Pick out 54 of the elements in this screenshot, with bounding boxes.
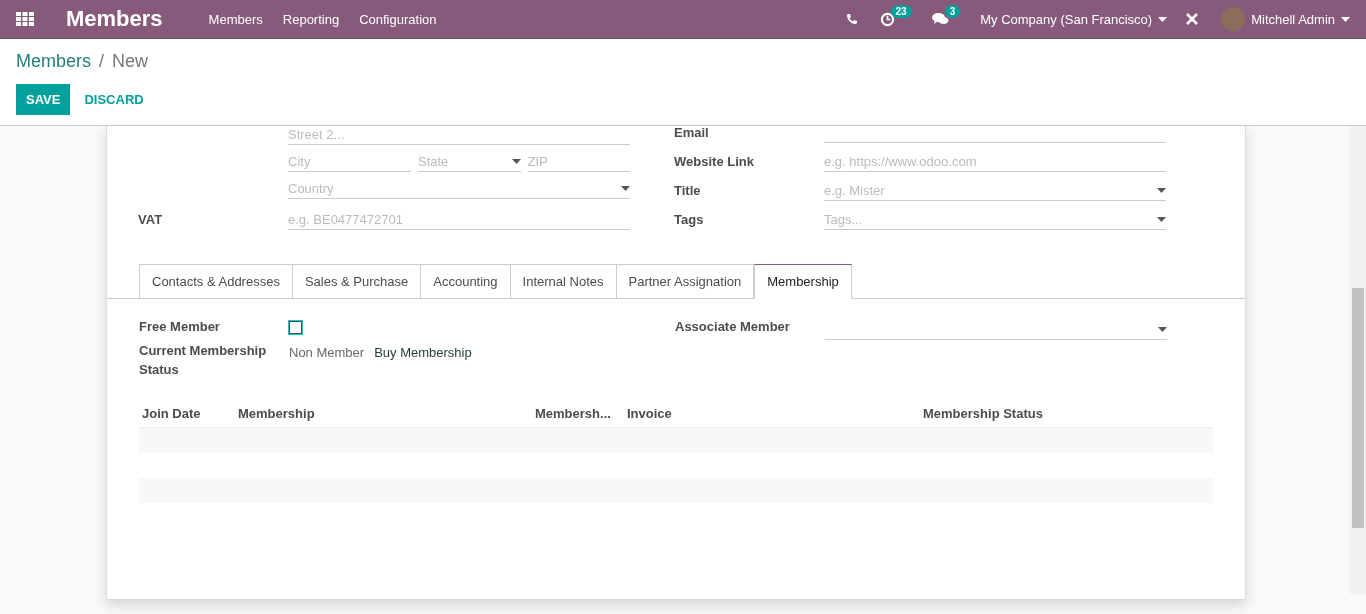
column-header[interactable]: Membersh... bbox=[535, 406, 627, 421]
caret-icon[interactable] bbox=[1341, 16, 1350, 22]
vat-field[interactable]: e.g. BE0477472701 bbox=[288, 209, 630, 230]
field-label: Tags bbox=[674, 212, 705, 229]
column-header[interactable]: Invoice bbox=[627, 406, 923, 421]
dropdown-caret-icon[interactable] bbox=[511, 159, 521, 164]
field-label: Email bbox=[674, 125, 710, 142]
field-label: Associate Member bbox=[675, 319, 791, 336]
app-title: Members bbox=[66, 6, 163, 32]
column-header[interactable]: Join Date bbox=[142, 406, 238, 421]
dropdown-caret-icon[interactable] bbox=[621, 186, 630, 191]
input-field[interactable]: e.g. https://www.odoo.com bbox=[824, 151, 1166, 172]
tab[interactable]: Membership bbox=[754, 264, 852, 299]
address-field[interactable]: City bbox=[288, 151, 411, 172]
breadcrumb-separator: / bbox=[99, 51, 105, 72]
scrollbar[interactable] bbox=[1350, 126, 1366, 594]
field-label: Current Membership Status bbox=[139, 342, 268, 379]
activity-count-badge: 23 bbox=[890, 4, 912, 18]
company-switcher[interactable]: My Company (San Francisco) bbox=[980, 11, 1153, 27]
tab[interactable]: Accounting bbox=[421, 264, 511, 298]
breadcrumb-link[interactable]: Members bbox=[16, 51, 91, 72]
user-menu[interactable]: Mitchell Admin bbox=[1251, 11, 1335, 27]
apps-menu-icon[interactable] bbox=[16, 12, 34, 26]
clock-icon[interactable] bbox=[879, 11, 895, 27]
field-label: Free Member bbox=[139, 319, 221, 336]
dropdown-caret-icon[interactable] bbox=[1158, 327, 1167, 332]
phone-icon[interactable] bbox=[845, 13, 858, 25]
dropdown-caret-icon[interactable] bbox=[1157, 188, 1166, 193]
chat-icon[interactable] bbox=[931, 12, 949, 26]
message-count-badge: 3 bbox=[944, 5, 961, 18]
menu-item[interactable]: Reporting bbox=[282, 11, 340, 27]
tab[interactable]: Sales & Purchase bbox=[292, 264, 422, 298]
field-label: Title bbox=[674, 183, 702, 200]
street-field[interactable]: Street 2... bbox=[288, 124, 630, 145]
tools-icon[interactable] bbox=[1185, 12, 1200, 26]
tab[interactable]: Internal Notes bbox=[510, 264, 617, 298]
column-header[interactable]: Membership Status bbox=[923, 406, 1123, 421]
free-member-checkbox[interactable] bbox=[289, 321, 302, 334]
caret-icon[interactable] bbox=[1158, 16, 1168, 22]
menu-item[interactable]: Configuration bbox=[359, 11, 437, 27]
breadcrumb-current: New bbox=[112, 51, 149, 72]
column-header[interactable]: Membership bbox=[238, 406, 535, 421]
country-field[interactable]: Country bbox=[288, 178, 630, 199]
input-field[interactable]: e.g. Mister bbox=[824, 180, 1166, 201]
address-field[interactable]: ZIP bbox=[527, 151, 630, 172]
dropdown-caret-icon[interactable] bbox=[1157, 217, 1166, 222]
input-field[interactable]: Tags... bbox=[824, 209, 1166, 230]
buy-membership-button[interactable]: Buy Membership bbox=[374, 345, 472, 360]
status-value: Non Member bbox=[289, 345, 365, 360]
menu-item[interactable]: Members bbox=[208, 11, 263, 27]
tab[interactable]: Contacts & Addresses bbox=[139, 264, 293, 298]
field-label: Website Link bbox=[674, 154, 755, 171]
field-label: VAT bbox=[138, 212, 164, 229]
tab[interactable]: Partner Assignation bbox=[616, 264, 755, 298]
